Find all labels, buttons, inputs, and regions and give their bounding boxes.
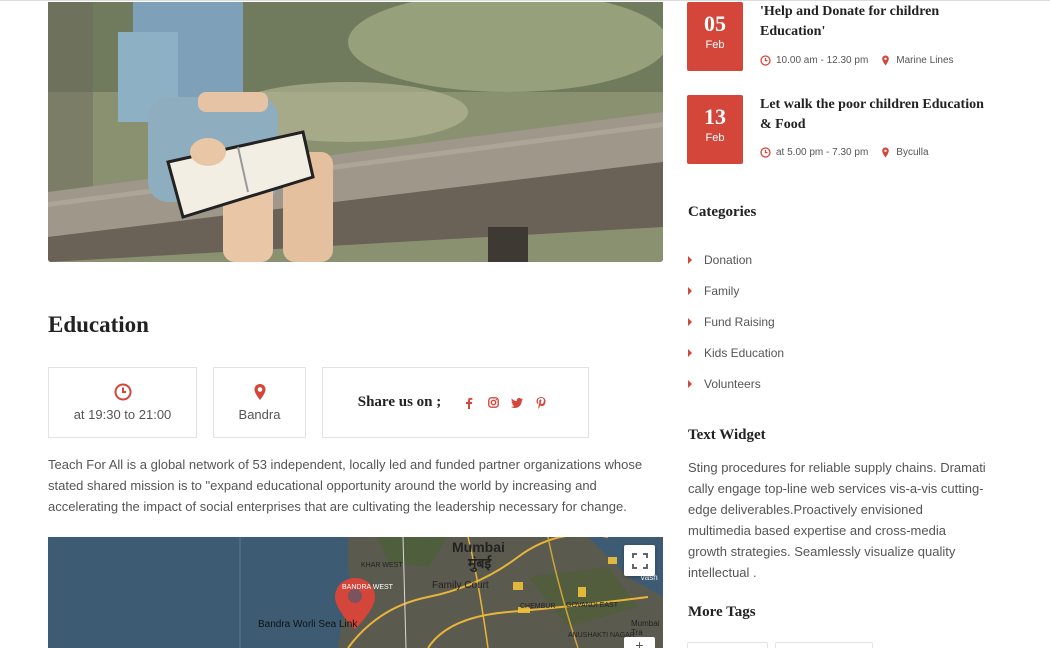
category-item[interactable]: Kids Education [688,337,784,368]
text-widget-body: Sting procedures for reliable supply cha… [688,460,986,580]
pinterest-icon[interactable] [535,396,547,409]
category-label: Donation [704,252,753,267]
clock-icon [114,383,131,401]
map-label: Bandra Worli Sea Link [258,619,358,630]
event-card[interactable]: 05 Feb 'Help and Donate for children Edu… [687,2,987,72]
event-place: Byculla [896,147,929,158]
category-label: Volunteers [704,376,761,391]
caret-right-icon [688,255,692,264]
category-label: Fund Raising [704,314,775,329]
event-title[interactable]: Let walk the poor children Education & F… [760,95,985,135]
event-title[interactable]: 'Help and Donate for children Education' [760,2,985,42]
event-day: 13 [704,104,726,129]
map-label: Mumbai Tra [631,619,660,637]
map-label: KHAR WEST [361,562,403,569]
tag-chip[interactable] [687,642,768,648]
map-label: Family Court [432,580,489,591]
share-box: Share us on ; [322,367,589,438]
place-info-box: Bandra [213,367,306,438]
category-item[interactable]: Fund Raising [688,306,784,337]
map-label: CHEMBUR [520,603,556,610]
caret-right-icon [688,317,692,326]
category-item[interactable]: Volunteers [688,368,784,399]
share-label: Share us on ; [357,394,442,410]
event-date-badge: 05 Feb [687,2,743,71]
zoom-in-button[interactable]: + [624,637,655,648]
location-map[interactable]: Mumbai मुंबई KHAR WEST BANDRA WEST Famil… [48,537,663,648]
categories-list: Donation Family Fund Raising Kids Educat… [688,244,784,399]
twitter-icon[interactable] [511,397,524,409]
more-tags-heading: More Tags [688,604,756,620]
event-month: Feb [705,132,725,144]
event-meta: at 5.00 pm - 7.30 pm Byculla [760,147,929,158]
fullscreen-icon [631,552,648,569]
location-pin-icon [254,384,265,400]
event-month: Feb [705,39,725,51]
event-day: 05 [704,11,726,36]
category-item[interactable]: Family [688,275,784,306]
location-pin-icon [882,147,890,158]
caret-right-icon [688,379,692,388]
map-label: GOVANDI EAST [566,602,618,609]
tag-chip[interactable] [775,642,873,648]
clock-icon [760,55,771,66]
clock-icon [760,147,771,158]
caret-right-icon [688,348,692,357]
text-widget-heading: Text Widget [688,427,766,443]
map-city-local-label: मुंबई [468,555,492,571]
event-hero-image [48,2,663,262]
event-date-badge: 13 Feb [687,95,743,164]
event-meta: 10.00 am - 12.30 pm Marine Lines [760,55,954,66]
instagram-icon[interactable] [487,397,499,409]
event-description: Teach For All is a global network of 53 … [48,457,643,514]
time-info-box: at 19:30 to 21:00 [48,367,197,438]
category-label: Kids Education [704,345,785,360]
location-pin-icon [882,55,890,66]
event-time: 10.00 am - 12.30 pm [776,55,869,66]
map-city-label: Mumbai [452,539,505,555]
event-place: Bandra [238,407,281,422]
fullscreen-button[interactable] [624,545,655,576]
caret-right-icon [688,286,692,295]
facebook-icon[interactable] [463,397,475,409]
event-time: at 5.00 pm - 7.30 pm [776,147,869,158]
page-title: Education [48,312,149,337]
event-place: Marine Lines [896,55,954,66]
categories-heading: Categories [688,204,757,220]
map-label: BANDRA WEST [342,584,393,591]
event-time: at 19:30 to 21:00 [73,407,172,422]
event-card[interactable]: 13 Feb Let walk the poor children Educat… [687,95,987,165]
category-label: Family [704,283,740,298]
category-item[interactable]: Donation [688,244,784,275]
